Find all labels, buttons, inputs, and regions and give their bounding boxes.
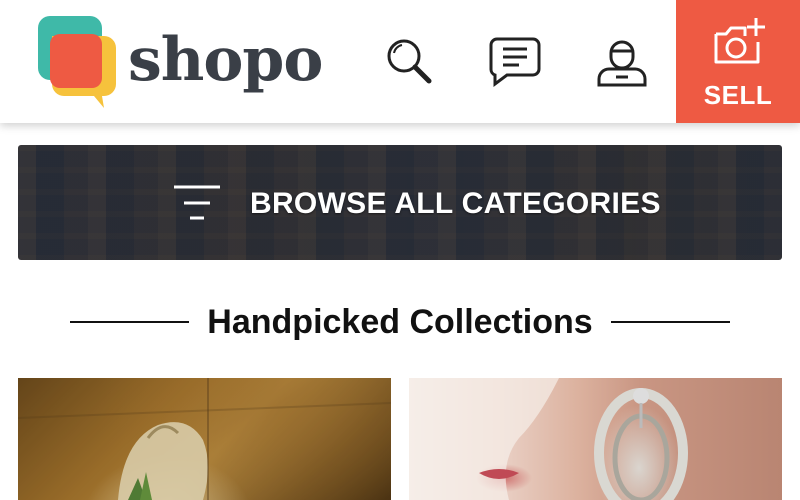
section-title: Handpicked Collections [207, 302, 593, 341]
collection-card-jewellery[interactable] [409, 378, 782, 500]
heading-divider-right [610, 321, 730, 323]
chat-icon [489, 37, 541, 87]
sell-label: SELL [703, 80, 773, 110]
add-photo-icon [714, 18, 765, 64]
brand-name: shopo [128, 25, 323, 95]
app-header: shopo SELL [0, 0, 800, 123]
search-button[interactable] [382, 34, 436, 88]
ganesha-statue-image [18, 378, 391, 500]
earring-model-image [409, 378, 688, 500]
collections-heading: Handpicked Collections [70, 300, 730, 344]
browse-categories-banner[interactable]: BROWSE ALL CATEGORIES [18, 145, 782, 260]
profile-icon [597, 40, 647, 87]
browse-label: BROWSE ALL CATEGORIES [250, 187, 661, 220]
filter-menu-icon [174, 185, 220, 220]
heading-divider-left [70, 321, 190, 323]
search-icon [387, 39, 432, 84]
profile-button[interactable] [595, 34, 649, 88]
shopo-logo[interactable]: shopo [38, 14, 328, 110]
logo-mark-icon [38, 16, 116, 108]
messages-button[interactable] [488, 34, 542, 88]
collection-card-decor[interactable] [18, 378, 391, 500]
sell-button[interactable]: SELL [676, 0, 800, 123]
